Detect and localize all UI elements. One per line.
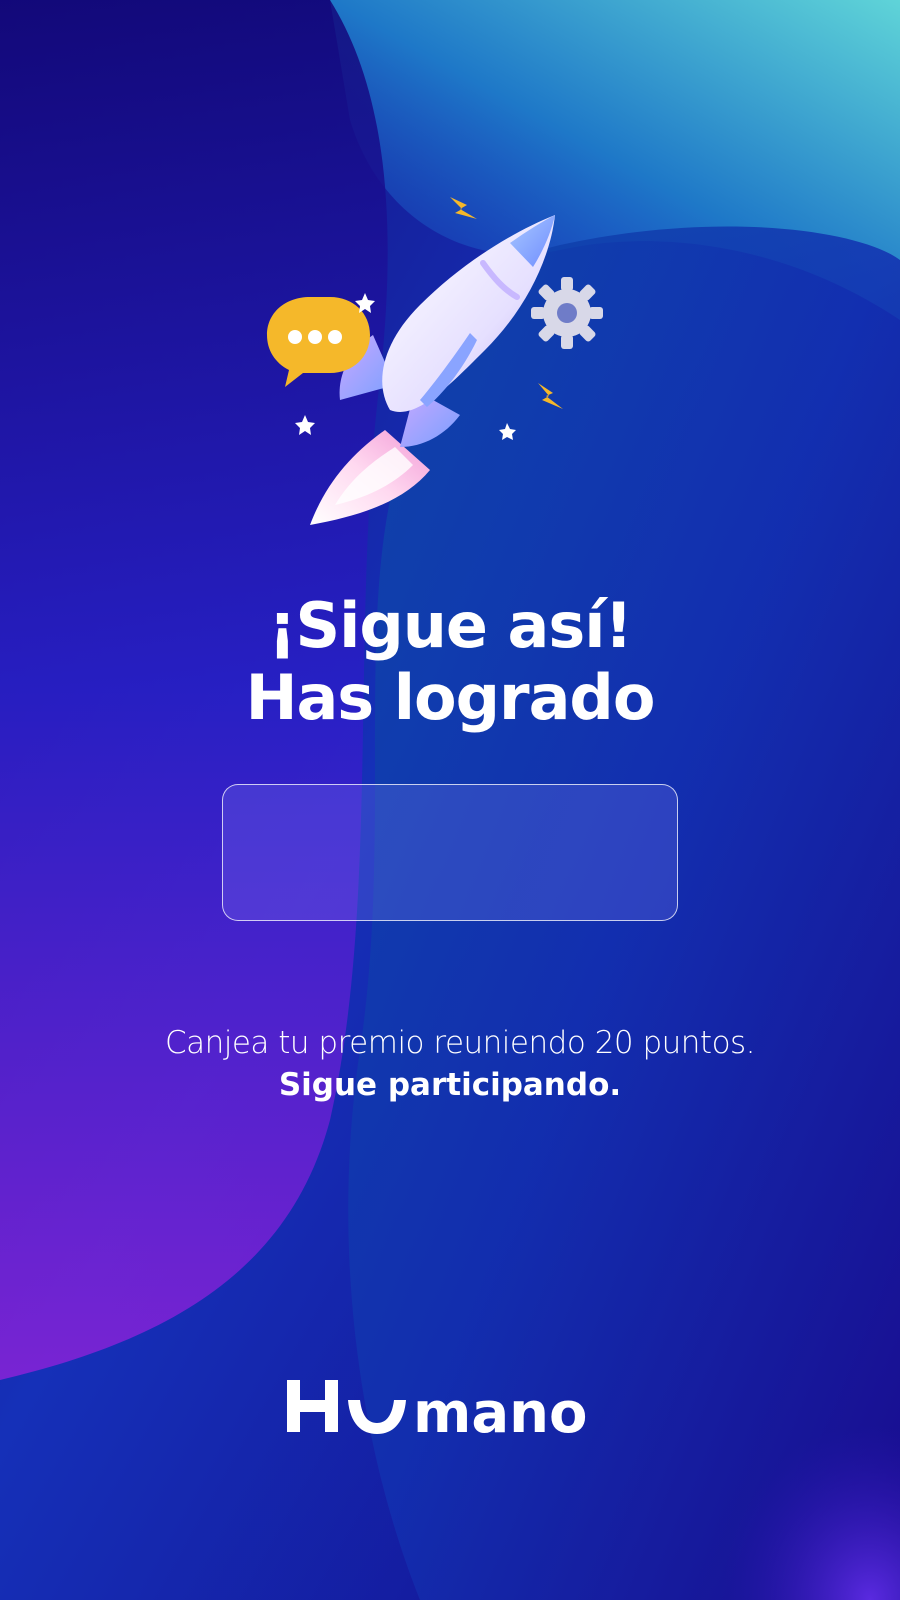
gear-icon — [531, 277, 603, 349]
rocket-illustration — [267, 197, 603, 525]
reward-message: Canjea tu premio reuniendo 20 puntos. Si… — [0, 1022, 900, 1106]
title-line-1: ¡Sigue así! — [268, 589, 633, 662]
title-line-2: Has logrado — [245, 661, 656, 734]
brand-logo: mano — [287, 1380, 587, 1446]
lightning-icon — [450, 197, 477, 219]
rocket-icon — [339, 215, 555, 447]
points-display-box — [222, 784, 678, 921]
page-title: ¡Sigue así! Has logrado — [0, 590, 900, 734]
message-line-2: Sigue participando. — [278, 1067, 622, 1103]
lightning-icon — [538, 383, 563, 409]
star-icon — [499, 423, 516, 440]
star-icon — [295, 415, 315, 435]
message-line-1: Canjea tu premio reuniendo 20 puntos. — [164, 1025, 756, 1061]
svg-text:mano: mano — [413, 1381, 587, 1446]
